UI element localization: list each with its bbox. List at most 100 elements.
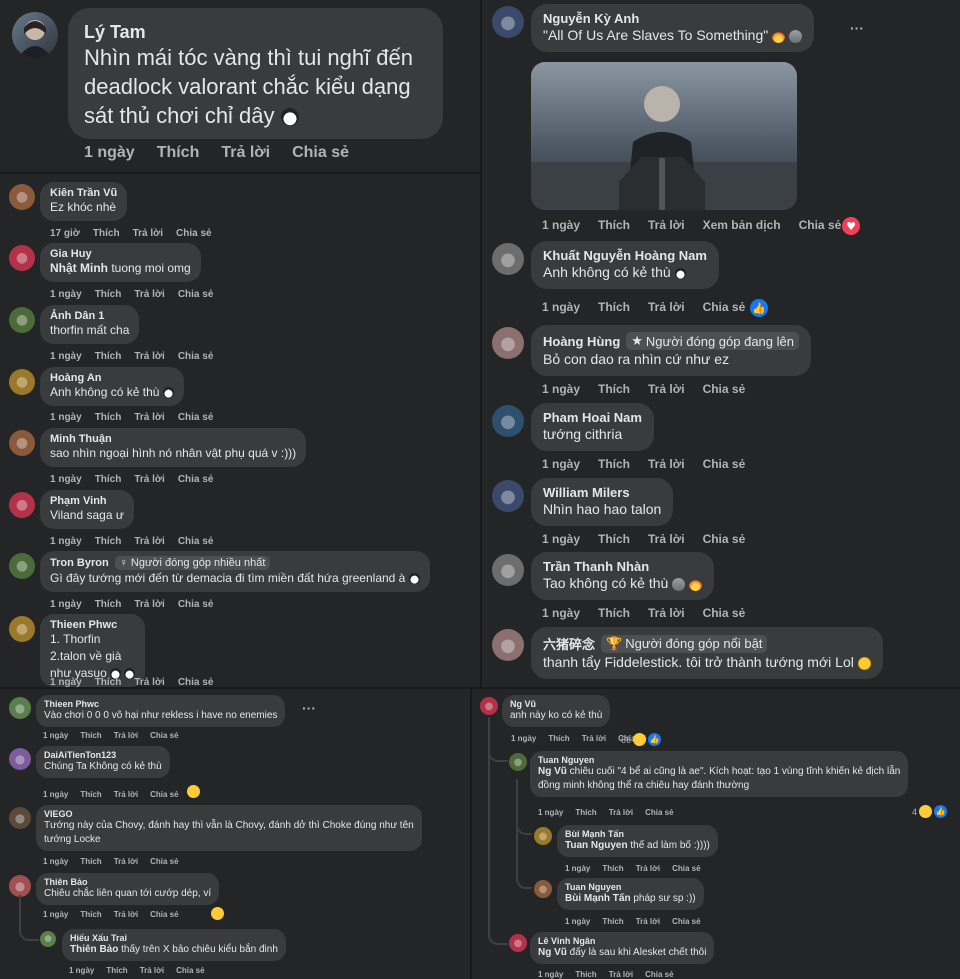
reply-button[interactable]: Trả lời: [114, 910, 138, 919]
commenter-name[interactable]: DaiAiTienTon123: [44, 750, 116, 760]
comment-time[interactable]: 1 ngày: [565, 917, 590, 926]
more-options-icon[interactable]: ···: [302, 700, 316, 716]
more-options-icon[interactable]: ···: [850, 20, 864, 36]
share-button[interactable]: Chia sẻ: [178, 351, 214, 362]
comment-time[interactable]: 1 ngày: [511, 734, 536, 743]
reaction-summary[interactable]: 66 👍: [621, 733, 662, 746]
share-button[interactable]: Chia sẻ: [645, 970, 673, 979]
commenter-name[interactable]: Hoàng An: [50, 372, 102, 384]
share-button[interactable]: Chia sẻ: [672, 917, 700, 926]
commenter-name[interactable]: Thieen Phwc: [50, 619, 117, 631]
avatar[interactable]: ●: [492, 6, 524, 38]
share-button[interactable]: Chia sẻ: [178, 536, 214, 547]
like-button[interactable]: Thích: [95, 599, 122, 610]
commenter-name[interactable]: Tuan Nguyen: [565, 882, 621, 892]
share-button[interactable]: Chia sẻ: [176, 966, 204, 975]
mention-link[interactable]: Ng Vũ: [538, 947, 567, 958]
commenter-name[interactable]: Khuất Nguyễn Hoàng Nam: [543, 248, 707, 263]
avatar[interactable]: ●: [509, 753, 527, 771]
commenter-name[interactable]: Lý Tam: [84, 22, 427, 43]
like-button[interactable]: Thích: [95, 536, 122, 547]
comment-time[interactable]: 1 ngày: [43, 857, 68, 866]
like-button[interactable]: Thích: [575, 970, 596, 979]
share-button[interactable]: Chia sẻ: [703, 382, 746, 396]
share-button[interactable]: Chia sẻ: [799, 218, 842, 232]
comment-time[interactable]: 1 ngày: [538, 808, 563, 817]
commenter-name[interactable]: Nguyễn Kỳ Anh: [543, 11, 639, 26]
avatar[interactable]: ●: [9, 245, 35, 271]
like-button[interactable]: Thích: [80, 731, 101, 740]
share-button[interactable]: Chia sẻ: [178, 412, 214, 423]
contributor-badge[interactable]: 🏆 Người đóng góp nổi bật: [601, 634, 768, 653]
reply-button[interactable]: Trả lời: [134, 351, 164, 362]
avatar[interactable]: ●: [9, 184, 35, 210]
comment-time[interactable]: 1 ngày: [542, 532, 580, 546]
commenter-name[interactable]: Gia Huy: [50, 248, 92, 260]
comment-time[interactable]: 1 ngày: [43, 731, 68, 740]
translate-button[interactable]: Xem bản dịch: [703, 218, 781, 232]
like-button[interactable]: Thích: [80, 790, 101, 799]
reaction-summary[interactable]: 4 👍: [912, 805, 948, 818]
reply-button[interactable]: Trả lời: [648, 532, 685, 546]
comment-time[interactable]: 1 ngày: [542, 457, 580, 471]
avatar[interactable]: ●: [9, 553, 35, 579]
share-button[interactable]: Chia sẻ: [703, 300, 746, 314]
comment-time[interactable]: 1 ngày: [50, 474, 82, 485]
avatar[interactable]: ●: [9, 748, 31, 770]
comment-time[interactable]: 1 ngày: [69, 966, 94, 975]
like-button[interactable]: Thích: [598, 300, 630, 314]
comment-time[interactable]: 1 ngày: [50, 677, 82, 687]
reply-button[interactable]: Trả lời: [636, 864, 660, 873]
avatar[interactable]: ●: [509, 934, 527, 952]
reply-button[interactable]: Trả lời: [114, 857, 138, 866]
mention-link[interactable]: Ng Vũ: [538, 766, 567, 777]
reply-button[interactable]: Trả lời: [648, 300, 685, 314]
avatar[interactable]: ●: [492, 554, 524, 586]
commenter-name[interactable]: Thiên Bảo: [44, 877, 88, 887]
comment-time[interactable]: 1 ngày: [50, 412, 82, 423]
commenter-name[interactable]: Pham Hoai Nam: [543, 410, 642, 425]
reaction-summary[interactable]: ♥: [842, 217, 860, 235]
share-button[interactable]: Chia sẻ: [178, 474, 214, 485]
reply-button[interactable]: Trả lời: [134, 677, 164, 687]
reply-button[interactable]: Trả lời: [221, 144, 270, 162]
comment-time[interactable]: 1 ngày: [50, 599, 82, 610]
reply-button[interactable]: Trả lời: [648, 382, 685, 396]
avatar[interactable]: ●: [492, 327, 524, 359]
commenter-name[interactable]: Hiếu Xấu Trai: [70, 933, 127, 943]
reply-button[interactable]: Trả lời: [609, 808, 633, 817]
reaction-summary[interactable]: 👍: [750, 299, 768, 317]
avatar[interactable]: ●: [9, 492, 35, 518]
reply-button[interactable]: Trả lời: [114, 790, 138, 799]
commenter-name[interactable]: Hoàng Hùng: [543, 334, 620, 349]
commenter-name[interactable]: Bùi Mạnh Tấn: [565, 829, 624, 839]
share-button[interactable]: Chia sẻ: [672, 864, 700, 873]
comment-time[interactable]: 1 ngày: [50, 536, 82, 547]
commenter-name[interactable]: Tron Byron: [50, 557, 109, 569]
like-button[interactable]: Thích: [95, 351, 122, 362]
like-button[interactable]: Thích: [95, 474, 122, 485]
like-button[interactable]: Thích: [575, 808, 596, 817]
like-button[interactable]: Thích: [602, 864, 623, 873]
like-button[interactable]: Thích: [598, 218, 630, 232]
share-button[interactable]: Chia sẻ: [150, 731, 178, 740]
share-button[interactable]: Chia sẻ: [292, 144, 349, 162]
reply-button[interactable]: Trả lời: [114, 731, 138, 740]
avatar[interactable]: ●: [9, 616, 35, 642]
like-button[interactable]: Thích: [598, 457, 630, 471]
like-button[interactable]: Thích: [95, 412, 122, 423]
reply-button[interactable]: Trả lời: [133, 228, 163, 239]
comment-time[interactable]: 1 ngày: [50, 351, 82, 362]
avatar[interactable]: ●: [9, 875, 31, 897]
mention-link[interactable]: Nhật Minh: [50, 261, 108, 275]
share-button[interactable]: Chia sẻ: [176, 228, 212, 239]
avatar[interactable]: ●: [9, 307, 35, 333]
commenter-name[interactable]: Thieen Phwc: [44, 699, 99, 709]
avatar[interactable]: ●: [492, 629, 524, 661]
share-button[interactable]: Chia sẻ: [178, 677, 214, 687]
avatar[interactable]: ●: [534, 827, 552, 845]
commenter-name[interactable]: Minh Thuận: [50, 433, 112, 445]
share-button[interactable]: Chia sẻ: [703, 606, 746, 620]
like-button[interactable]: Thích: [602, 917, 623, 926]
commenter-name[interactable]: Kiên Trần Vũ: [50, 187, 117, 199]
